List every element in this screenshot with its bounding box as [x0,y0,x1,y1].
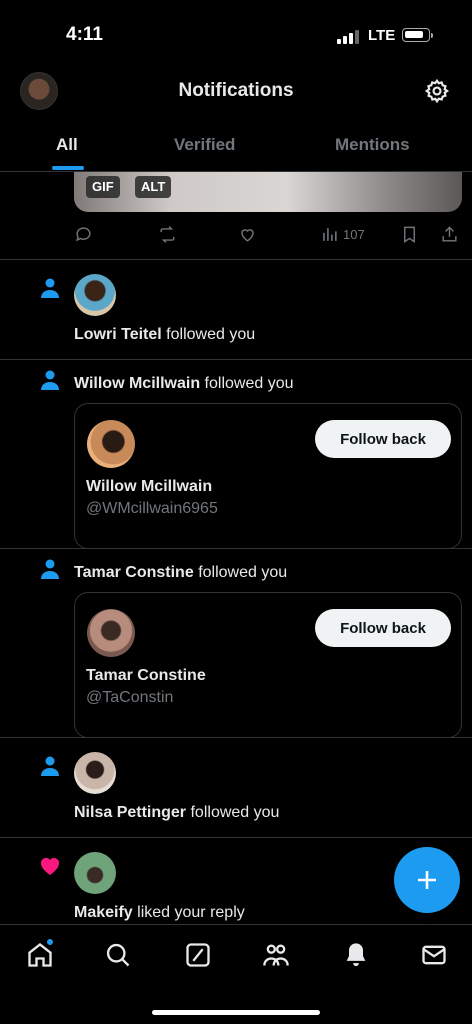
notification-text[interactable]: Makeify liked your reply [74,904,245,922]
network-label: LTE [368,27,396,44]
notifications-header: Notifications All Verified Mentions [0,64,472,172]
notification-text[interactable]: Lowri Teitel followed you [74,326,255,344]
user-handle: @WMcillwain6965 [86,500,218,517]
active-tab-indicator [52,166,84,170]
grok-icon [186,943,210,967]
user-name: Willow Mcillwain [86,478,213,495]
follow-person-icon [38,368,62,392]
like-icon[interactable] [238,222,257,246]
avatar[interactable] [74,274,116,316]
follow-person-icon [38,276,62,300]
home-indicator [152,1010,320,1015]
nav-notifications[interactable] [342,941,372,971]
status-bar: 4:11 LTE [0,0,472,64]
nav-communities[interactable] [262,941,292,971]
notification-text[interactable]: Tamar Constine followed you [74,564,287,582]
home-notification-dot [46,938,54,946]
messages-icon [422,945,446,965]
avatar[interactable] [87,609,135,657]
repost-icon[interactable] [158,222,177,246]
follow-person-icon [38,754,62,778]
notifications-feed[interactable]: gotcha GIF ALT 107 Lowri Teitel followed… [0,172,472,924]
nav-grok[interactable] [184,941,214,971]
follow-card[interactable]: Follow back Tamar Constine @TaConstin [74,592,462,738]
avatar[interactable] [87,420,135,468]
alt-badge[interactable]: ALT [135,176,172,198]
views-icon [323,227,337,241]
notification-tabs: All Verified Mentions [0,126,472,172]
views-count: 107 [343,226,365,242]
gif-badge: GIF [86,176,120,198]
battery-icon [402,28,430,42]
follow-back-button[interactable]: Follow back [315,420,451,458]
compose-button[interactable] [394,847,460,913]
tab-mentions[interactable]: Mentions [335,135,410,155]
avatar[interactable] [74,852,116,894]
follow-back-button[interactable]: Follow back [315,609,451,647]
share-icon[interactable] [440,222,459,246]
bookmark-icon[interactable] [400,222,419,246]
status-time: 4:11 [66,24,103,45]
notification-text[interactable]: Nilsa Pettinger followed you [74,804,279,822]
bottom-nav [0,924,472,1024]
nav-messages[interactable] [420,941,450,971]
views-button[interactable]: 107 [320,222,365,246]
notification-text[interactable]: Willow Mcillwain followed you [74,375,294,393]
tab-verified[interactable]: Verified [174,135,235,155]
nav-home[interactable] [26,938,56,971]
page-title: Notifications [178,80,294,101]
signal-icon [337,30,359,44]
user-name: Tamar Constine [86,667,206,684]
communities-icon [263,944,289,966]
notifications-bell-icon [346,943,366,967]
avatar[interactable] [74,752,116,794]
heart-icon [38,854,62,878]
reply-icon[interactable] [74,222,93,246]
gear-icon[interactable] [424,78,450,104]
follow-person-icon [38,557,62,581]
post-actions: 107 [74,222,462,246]
nav-search[interactable] [104,941,134,971]
tab-all[interactable]: All [56,135,78,155]
media-gif[interactable]: gotcha GIF ALT [74,172,462,212]
plus-icon [418,871,436,889]
search-icon [106,943,130,967]
user-handle: @TaConstin [86,689,174,706]
follow-card[interactable]: Follow back Willow Mcillwain @WMcillwain… [74,403,462,549]
